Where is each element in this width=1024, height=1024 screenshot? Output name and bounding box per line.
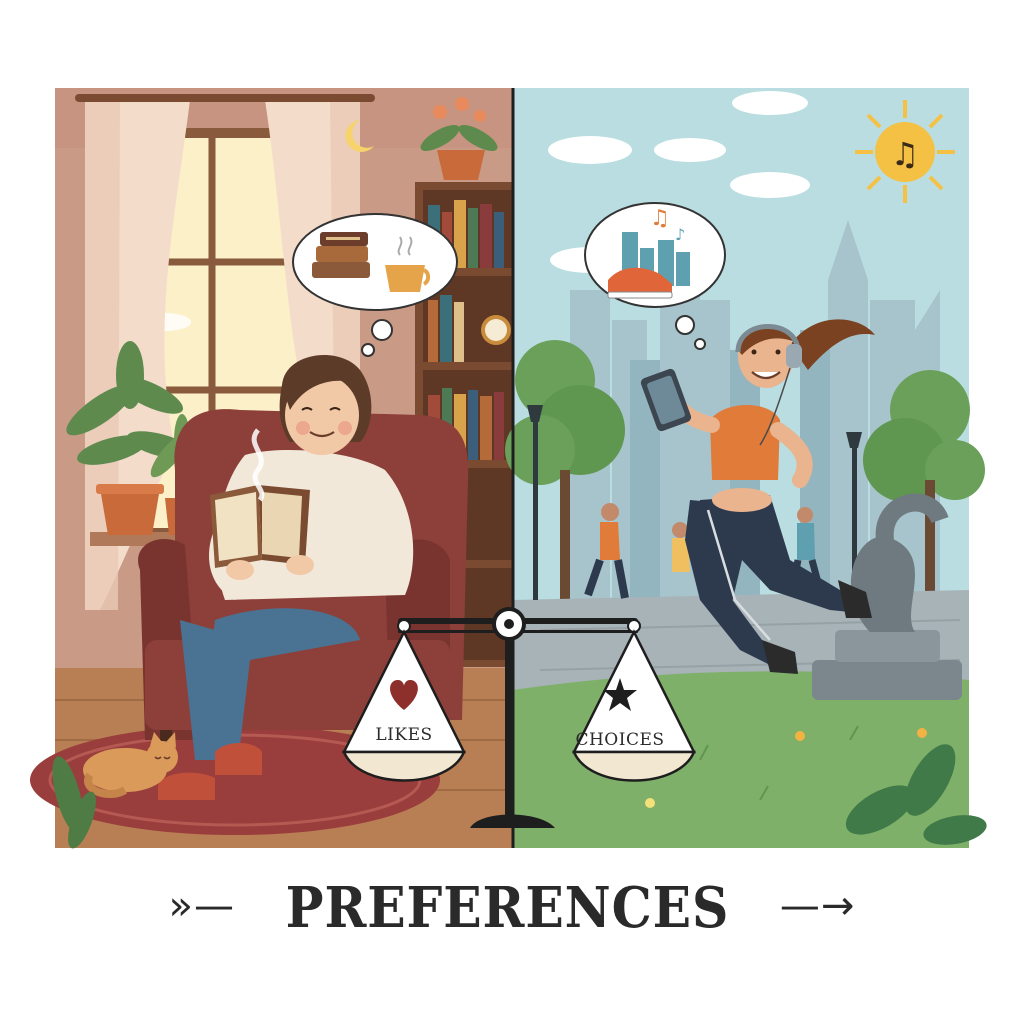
svg-text:♪: ♪	[675, 225, 685, 244]
caption: »— PREFERENCES —→	[0, 868, 1024, 948]
books-icon	[312, 232, 370, 278]
page-title: PREFERENCES	[285, 875, 730, 941]
left-arrow-ornament: »—	[168, 883, 236, 930]
right-arrow-ornament: —→	[779, 883, 856, 930]
music-notes-icon: ♫	[650, 206, 670, 231]
choices-label: CHOICES	[575, 730, 664, 750]
svg-text:♫: ♫	[891, 135, 920, 173]
sun-music-icon: ♫	[855, 100, 955, 203]
likes-label: LIKES	[375, 725, 432, 745]
